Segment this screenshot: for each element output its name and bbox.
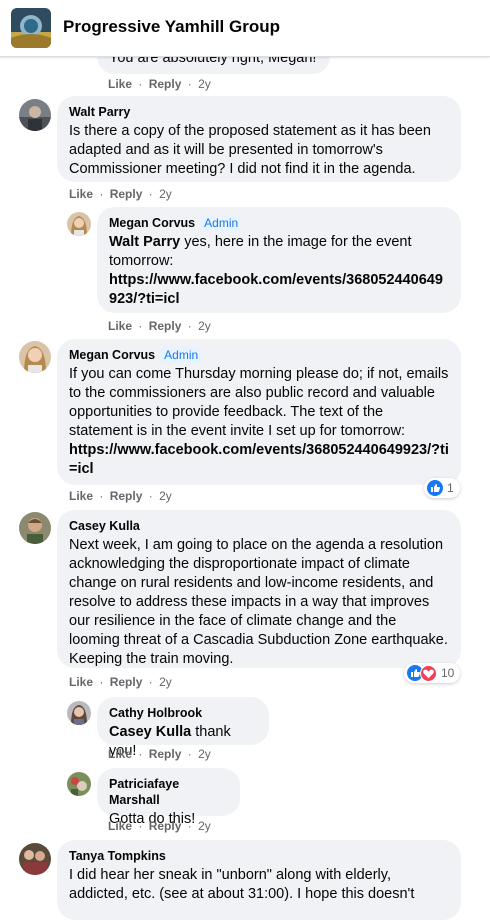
- comment-bubble: Walt Parry Is there a copy of the propos…: [57, 96, 461, 182]
- reaction-summary[interactable]: 10: [404, 663, 461, 683]
- comment-actions: Like · Reply · 2y: [69, 187, 172, 201]
- comment-author[interactable]: Tanya Tompkins: [69, 848, 449, 864]
- comment-time: 2y: [198, 77, 211, 91]
- admin-badge: Admin: [160, 348, 203, 363]
- avatar[interactable]: [67, 701, 91, 725]
- event-link[interactable]: https://www.facebook.com/events/36805244…: [69, 442, 449, 477]
- comment-time: 2y: [198, 319, 211, 333]
- comment-text: Next week, I am going to place on the ag…: [69, 537, 448, 667]
- reply-button[interactable]: Reply: [110, 675, 143, 689]
- comment-author[interactable]: Casey Kulla: [69, 518, 449, 534]
- avatar[interactable]: [19, 512, 51, 544]
- comment-time: 2y: [159, 187, 172, 201]
- love-reaction-icon: [420, 664, 437, 682]
- event-link[interactable]: https://www.facebook.com/events/36805244…: [109, 272, 443, 307]
- like-reaction-icon: [427, 480, 443, 496]
- comment-actions: Like · Reply · 2y: [69, 675, 172, 689]
- reply-button[interactable]: Reply: [149, 77, 182, 91]
- avatar[interactable]: [19, 99, 51, 131]
- comment-text: Is there a copy of the proposed statemen…: [69, 123, 431, 177]
- comment-feed: You are absolutely right, Megan! Like · …: [0, 0, 490, 920]
- comment-time: 2y: [159, 675, 172, 689]
- comment-actions: Like · Reply · 2y: [69, 489, 172, 503]
- reply-button[interactable]: Reply: [149, 319, 182, 333]
- reaction-count: 1: [447, 481, 454, 495]
- mention-link[interactable]: Walt Parry: [109, 234, 180, 250]
- group-logo-icon[interactable]: [11, 8, 51, 48]
- comment-bubble: Megan Corvus Admin Walt Parry yes, here i…: [97, 207, 461, 313]
- comment-author[interactable]: Cathy Holbrook: [109, 705, 257, 721]
- like-button[interactable]: Like: [108, 319, 132, 333]
- group-title[interactable]: Progressive Yamhill Group: [63, 17, 280, 37]
- comment-actions: Like · Reply · 2y: [108, 77, 211, 91]
- comment-author: Megan Corvus Admin: [109, 215, 449, 231]
- comment-text: I did hear her sneak in "unborn" along w…: [69, 867, 415, 902]
- comment-author[interactable]: Patriciafaye Marshall: [109, 776, 228, 808]
- comment-bubble: Tanya Tompkins I did hear her sneak in "…: [57, 840, 461, 920]
- admin-badge: Admin: [200, 216, 243, 231]
- comment-bubble: Casey Kulla Next week, I am going to pla…: [57, 510, 461, 668]
- avatar[interactable]: [19, 843, 51, 875]
- comment-actions: Like · Reply · 2y: [108, 747, 211, 761]
- like-button[interactable]: Like: [108, 819, 132, 833]
- comment-bubble: Megan Corvus Admin If you can come Thursd…: [57, 339, 461, 485]
- like-button[interactable]: Like: [69, 675, 93, 689]
- author-name[interactable]: Megan Corvus: [69, 348, 155, 362]
- comment-actions: Like · Reply · 2y: [108, 319, 211, 333]
- like-button[interactable]: Like: [108, 77, 132, 91]
- comment-time: 2y: [198, 819, 211, 833]
- comment-text: Walt Parry yes, here in the image for th…: [109, 233, 449, 309]
- comment-bubble: Patriciafaye Marshall Gotta do this!: [97, 768, 240, 827]
- reply-button[interactable]: Reply: [149, 819, 182, 833]
- avatar[interactable]: [67, 212, 91, 236]
- mention-link[interactable]: Casey Kulla: [109, 724, 191, 740]
- reaction-summary[interactable]: 1: [424, 478, 460, 498]
- group-header: Progressive Yamhill Group: [0, 0, 490, 57]
- comment-author[interactable]: Walt Parry: [69, 104, 449, 120]
- like-button[interactable]: Like: [108, 747, 132, 761]
- like-button[interactable]: Like: [69, 187, 93, 201]
- comment-actions: Like · Reply · 2y: [108, 819, 211, 833]
- reply-button[interactable]: Reply: [149, 747, 182, 761]
- comment-time: 2y: [159, 489, 172, 503]
- avatar[interactable]: [19, 341, 51, 373]
- comment-text: If you can come Thursday morning please …: [69, 365, 449, 479]
- author-name[interactable]: Megan Corvus: [109, 216, 195, 230]
- reaction-count: 10: [441, 666, 455, 680]
- comment-author: Megan Corvus Admin: [69, 347, 449, 363]
- comment-bubble: Cathy Holbrook Casey Kulla thank you!: [97, 697, 269, 759]
- comment-body: If you can come Thursday morning please …: [69, 366, 449, 439]
- comment-time: 2y: [198, 747, 211, 761]
- reply-button[interactable]: Reply: [110, 489, 143, 503]
- reply-button[interactable]: Reply: [110, 187, 143, 201]
- avatar[interactable]: [67, 772, 91, 796]
- like-button[interactable]: Like: [69, 489, 93, 503]
